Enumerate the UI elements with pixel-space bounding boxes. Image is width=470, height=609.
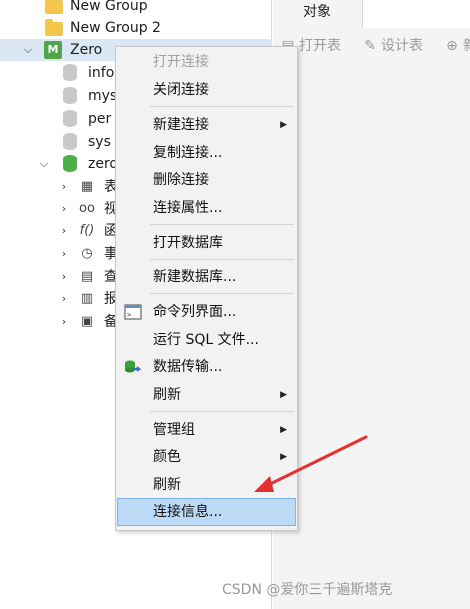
- database-icon: [63, 87, 77, 104]
- table-icon: ▦: [80, 179, 94, 194]
- event-clock-icon: ◷: [81, 246, 93, 261]
- tree-item-label: sys: [88, 134, 111, 150]
- context-menu: 打开连接 关闭连接 新建连接 ▶ 复制连接... 删除连接 连接属性... 打开数…: [115, 46, 298, 531]
- menu-item-connection-info[interactable]: 连接信息...: [117, 498, 296, 526]
- tree-item-label: Zero: [70, 42, 103, 58]
- menu-item-label: 刷新: [153, 387, 181, 403]
- tab-objects[interactable]: 对象: [273, 0, 363, 29]
- menu-item-command-line[interactable]: >_ 命令列界面...: [118, 299, 295, 325]
- function-icon: f(): [79, 223, 95, 238]
- tree-item-label: New Group: [70, 0, 148, 14]
- open-table-label: 打开表: [299, 38, 341, 54]
- chevron-right-icon[interactable]: ›: [58, 293, 70, 305]
- menu-item-connection-properties[interactable]: 连接属性...: [118, 195, 295, 221]
- chevron-right-icon[interactable]: ›: [58, 248, 70, 260]
- menu-item-label: 新建连接: [153, 117, 209, 133]
- menu-separator: [150, 224, 294, 225]
- menu-item-label: 打开数据库: [153, 235, 223, 251]
- menu-item-close-connection[interactable]: 关闭连接: [118, 77, 295, 103]
- report-icon: ▥: [80, 291, 94, 306]
- menu-separator: [150, 106, 294, 107]
- tab-content-area: [363, 0, 470, 28]
- chevron-right-icon[interactable]: ›: [58, 225, 70, 237]
- folder-icon: [45, 0, 63, 14]
- menu-item-manage-group[interactable]: 管理组 ▶: [118, 417, 295, 443]
- menu-item-new-connection[interactable]: 新建连接 ▶: [118, 112, 295, 138]
- menu-item-copy-connection[interactable]: 复制连接...: [118, 140, 295, 166]
- menu-item-refresh-submenu[interactable]: 刷新 ▶: [118, 382, 295, 408]
- tab-bar: 对象: [273, 0, 470, 29]
- menu-item-label: 数据传输...: [153, 359, 223, 375]
- chevron-down-icon[interactable]: ⌵: [22, 44, 34, 56]
- menu-item-label: 删除连接: [153, 172, 209, 188]
- new-table-label: 新: [463, 38, 470, 54]
- backup-icon: ▣: [80, 314, 94, 329]
- database-icon: [63, 110, 77, 127]
- add-icon: ⊕: [446, 38, 458, 54]
- menu-item-label: 管理组: [153, 422, 195, 438]
- tree-item-group[interactable]: New Group: [0, 0, 272, 17]
- svg-text:>_: >_: [127, 311, 136, 319]
- menu-item-label: 运行 SQL 文件...: [153, 332, 259, 348]
- menu-separator: [150, 293, 294, 294]
- object-panel: 对象 ▤打开表 ✎设计表 ⊕新: [273, 0, 470, 609]
- watermark: CSDN @爱你三千遍斯塔克: [222, 582, 393, 598]
- menu-separator: [150, 259, 294, 260]
- chevron-right-icon[interactable]: ›: [58, 316, 70, 328]
- folder-icon: [45, 19, 63, 36]
- design-table-icon: ✎: [364, 38, 376, 54]
- tree-item-label: New Group 2: [70, 20, 161, 36]
- object-toolbar: ▤打开表 ✎设计表 ⊕新: [273, 34, 470, 58]
- chevron-down-icon[interactable]: ⌵: [38, 158, 50, 170]
- menu-item-open-database[interactable]: 打开数据库: [118, 230, 295, 256]
- chevron-right-icon[interactable]: ›: [58, 271, 70, 283]
- console-icon: >_: [124, 304, 142, 320]
- new-table-button[interactable]: ⊕新: [445, 34, 470, 58]
- menu-item-label: 打开连接: [153, 54, 209, 70]
- menu-item-label: 刷新: [153, 477, 181, 493]
- view-icon: oo: [79, 201, 95, 216]
- database-icon: [63, 64, 77, 81]
- menu-item-new-database[interactable]: 新建数据库...: [118, 264, 295, 290]
- menu-item-label: 连接属性...: [153, 200, 223, 216]
- menu-item-label: 复制连接...: [153, 145, 223, 161]
- design-table-label: 设计表: [381, 38, 423, 54]
- chevron-right-icon[interactable]: ›: [58, 181, 70, 193]
- submenu-arrow-icon: ▶: [280, 452, 287, 462]
- query-icon: ▤: [80, 269, 94, 284]
- menu-item-label: 连接信息...: [153, 504, 223, 520]
- database-icon: [63, 133, 77, 150]
- menu-separator: [150, 411, 294, 412]
- menu-item-data-transfer[interactable]: 数据传输...: [118, 354, 295, 380]
- chevron-right-icon[interactable]: ›: [58, 203, 70, 215]
- tree-item-label: per: [88, 111, 112, 127]
- menu-item-open-connection[interactable]: 打开连接: [118, 49, 295, 75]
- tree-item-label: info: [88, 65, 115, 81]
- menu-item-label: 新建数据库...: [153, 269, 237, 285]
- menu-item-color[interactable]: 颜色 ▶: [118, 444, 295, 470]
- menu-item-label: 命令列界面...: [153, 304, 237, 320]
- tree-item-group[interactable]: New Group 2: [0, 17, 272, 39]
- submenu-arrow-icon: ▶: [280, 120, 287, 130]
- design-table-button[interactable]: ✎ 设计表: [363, 34, 423, 58]
- tree-item-label: zero: [88, 156, 118, 172]
- menu-item-refresh[interactable]: 刷新: [118, 472, 295, 498]
- menu-item-label: 关闭连接: [153, 82, 209, 98]
- submenu-arrow-icon: ▶: [280, 390, 287, 400]
- submenu-arrow-icon: ▶: [280, 425, 287, 435]
- database-icon: [63, 155, 77, 172]
- menu-item-label: 颜色: [153, 449, 181, 465]
- tree-item-label: mys: [88, 88, 118, 104]
- menu-item-run-sql-file[interactable]: 运行 SQL 文件...: [118, 327, 295, 353]
- mysql-connection-icon: M: [44, 41, 62, 59]
- data-transfer-icon: [125, 360, 142, 373]
- menu-item-delete-connection[interactable]: 删除连接: [118, 167, 295, 193]
